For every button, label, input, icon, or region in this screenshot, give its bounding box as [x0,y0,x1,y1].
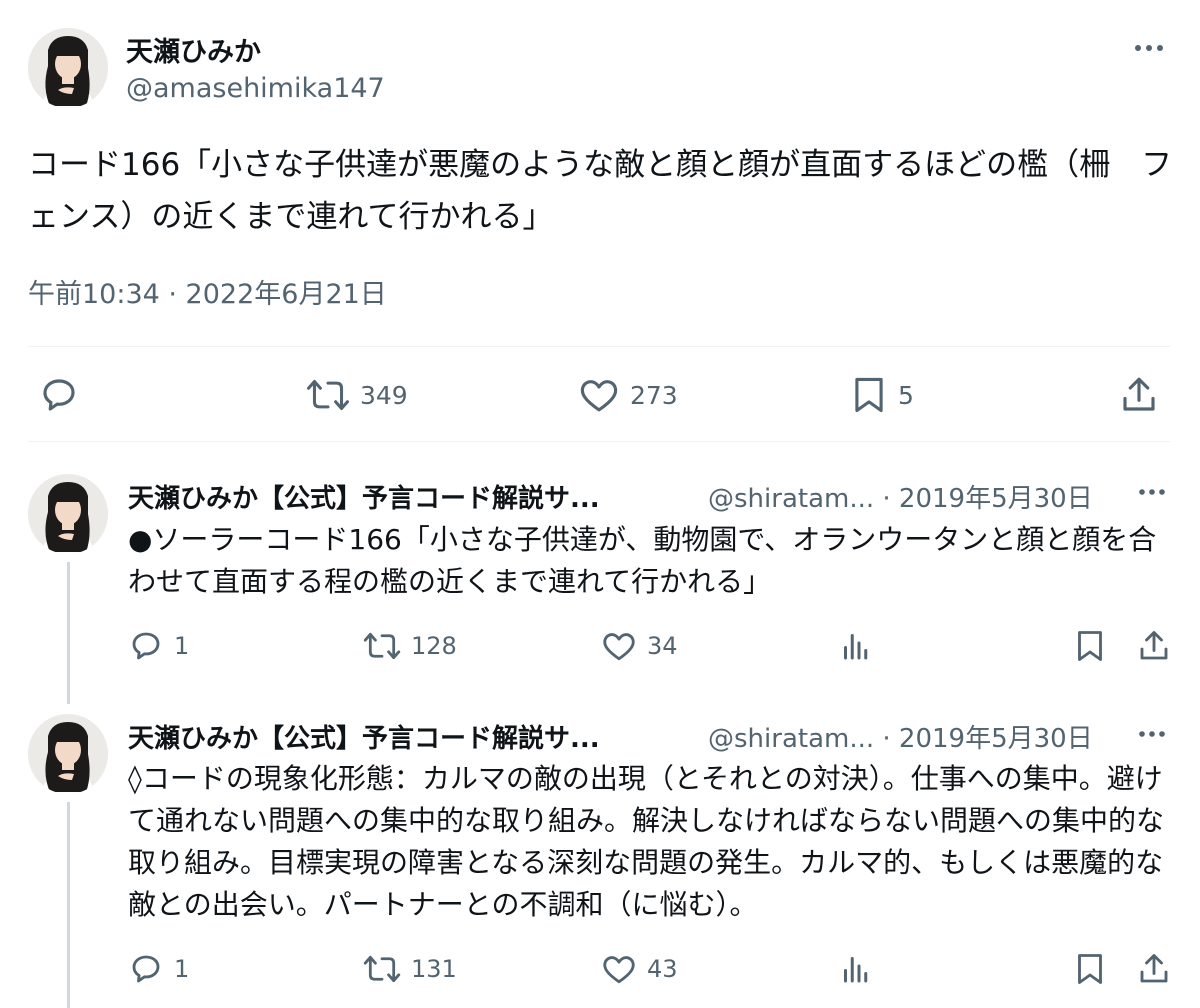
reply-count: 1 [174,955,190,983]
retweet-count: 131 [411,955,457,983]
more-button[interactable] [1132,36,1166,60]
reply-icon [132,632,160,660]
like-button[interactable]: 43 [601,951,678,987]
share-button[interactable] [1136,628,1172,664]
analytics-icon [844,957,868,983]
reply-icon [132,955,160,983]
retweet-count: 349 [360,380,408,410]
like-button[interactable]: 34 [601,628,678,664]
share-button[interactable] [1118,374,1160,416]
reply-text: ◊コードの現象化形態：カルマの敵の出現（とそれとの対決）。仕事への集中。避けて通… [128,762,1165,921]
like-count: 43 [647,955,678,983]
tweet-text: コード166「小さな子供達が悪魔のような敵と顔と顔が直面するほどの檻（柵 フェン… [28,147,1173,235]
bookmark-button[interactable] [1073,628,1107,664]
reply-button[interactable] [38,374,80,416]
divider [28,441,1170,442]
author-handle[interactable]: @amasehimika147 [126,73,385,104]
reply-author-name[interactable]: 天瀬ひみか【公式】予言コード解説サ... [128,478,600,515]
like-button[interactable]: 273 [578,374,678,416]
share-icon [1123,377,1155,411]
thread-line [67,562,70,704]
retweet-button[interactable]: 131 [363,951,457,987]
reply-icon [43,379,75,411]
heart-icon [603,956,635,984]
reply-count: 1 [174,632,190,660]
reply-more-button[interactable] [1136,480,1168,504]
reply-more-button[interactable] [1136,722,1168,746]
bookmark-count: 5 [898,380,914,410]
reply-author-name[interactable]: 天瀬ひみか【公式】予言コード解説サ... [128,718,600,755]
heart-icon [603,633,635,661]
more-dots-icon [1135,45,1163,51]
more-dots-icon [1139,731,1165,737]
retweet-icon [363,632,401,660]
views-button[interactable] [838,951,874,987]
reply-author-avatar[interactable] [28,474,108,554]
bookmark-icon [855,377,883,413]
reply-handle-text: @shiratam... [708,724,875,754]
tweet-timestamp[interactable]: 午前10:34 · 2022年6月21日 [28,272,387,311]
share-button[interactable] [1136,951,1172,987]
share-icon [1140,631,1168,660]
avatar-photo [28,474,108,554]
reply-author-avatar[interactable] [28,714,108,794]
thread-line [67,802,70,1008]
reply-author-handle[interactable]: @shiratam... · 2019年5月30日 [708,718,1093,755]
share-icon [1140,954,1168,983]
like-count: 34 [647,632,678,660]
retweet-button[interactable]: 128 [363,628,457,664]
heart-icon [580,380,618,412]
views-button[interactable] [838,628,874,664]
reply-button[interactable]: 1 [128,628,189,664]
retweet-button[interactable]: 349 [306,374,408,416]
reply-date[interactable]: · 2019年5月30日 [882,484,1092,514]
analytics-icon [844,634,868,660]
bookmark-button[interactable]: 5 [850,374,914,416]
reply-text: ●ソーラーコード166「小さな子供達が、動物園で、オランウータンと顔と顔を合わせ… [128,523,1157,598]
retweet-count: 128 [411,632,457,660]
author-name[interactable]: 天瀬ひみか [126,30,261,69]
like-count: 273 [630,380,678,410]
reply-button[interactable]: 1 [128,951,189,987]
reply-date[interactable]: · 2019年5月30日 [882,724,1092,754]
divider [28,346,1170,347]
retweet-icon [363,955,401,983]
reply-author-handle[interactable]: @shiratam... · 2019年5月30日 [708,478,1093,515]
bookmark-icon [1078,631,1102,661]
retweet-icon [307,379,349,411]
more-dots-icon [1139,489,1165,495]
bookmark-icon [1078,954,1102,984]
avatar-photo [28,714,108,794]
bookmark-button[interactable] [1073,951,1107,987]
author-avatar[interactable] [28,28,108,108]
avatar-photo [28,28,108,108]
reply-handle-text: @shiratam... [708,484,875,514]
